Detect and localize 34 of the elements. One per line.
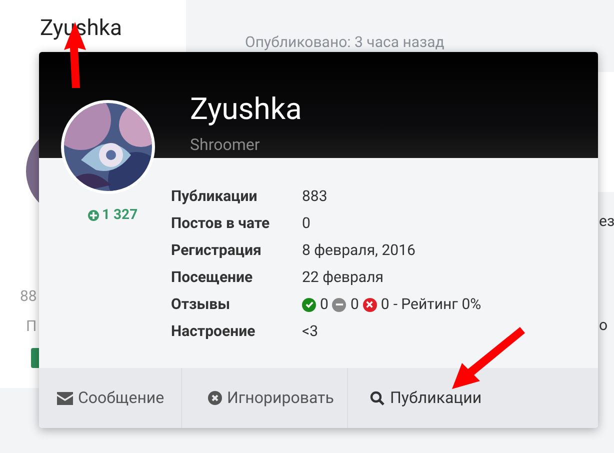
post-text: о [599,315,608,336]
rating-text: - Рейтинг 0% [393,294,482,315]
post-text: ез [599,211,614,232]
stat-label: Публикации [171,186,258,207]
ignore-button[interactable]: Игнорировать [182,368,348,428]
post-date: Опубликовано: 3 часа назад [245,32,444,53]
sidebar-text: П [26,316,37,337]
profile-name: Zyushka [190,92,302,128]
stat-value: <3 [302,321,320,342]
member-group: Shroomer [190,133,260,157]
stat-label: Постов в чате [171,213,271,234]
close-icon [208,391,222,405]
stat-label: Отзывы [171,294,232,315]
feedback-count: 0 [320,294,328,315]
stat-value: 883 [302,186,328,207]
stat-label: Настроение [171,321,256,342]
negative-icon [362,298,377,312]
envelope-icon [57,392,73,404]
stat-label: Посещение [171,267,254,288]
feedback-count: 0 [350,294,359,315]
search-icon [370,390,385,406]
stat-value: 8 февраля, 2016 [302,240,416,261]
arrow-icon [450,325,526,391]
stat-label: Регистрация [171,240,262,261]
plus-icon [88,210,99,221]
reputation-count: 1 327 [102,206,138,225]
stat-value: 22 февраля [302,267,384,288]
positive-icon [302,298,316,312]
stat-value: 0 [302,213,312,234]
message-button[interactable]: Сообщение [39,368,182,428]
sidebar-text: 88 [20,286,37,307]
search-button[interactable]: Публикации [348,368,528,428]
feedback-count: 0 [380,294,390,315]
neutral-icon [332,298,346,312]
